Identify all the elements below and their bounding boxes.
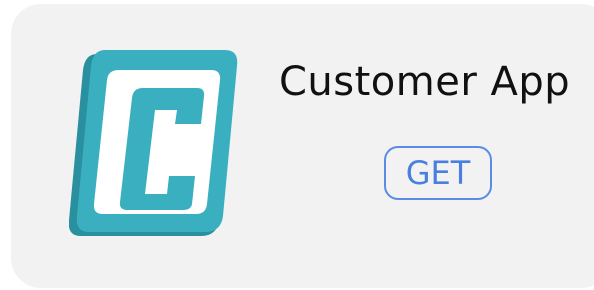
get-button[interactable]: GET <box>384 146 492 200</box>
app-title: Customer App <box>279 59 571 105</box>
app-card: Customer App GET <box>11 4 594 288</box>
customer-app-c-logo-icon[interactable] <box>68 48 241 238</box>
